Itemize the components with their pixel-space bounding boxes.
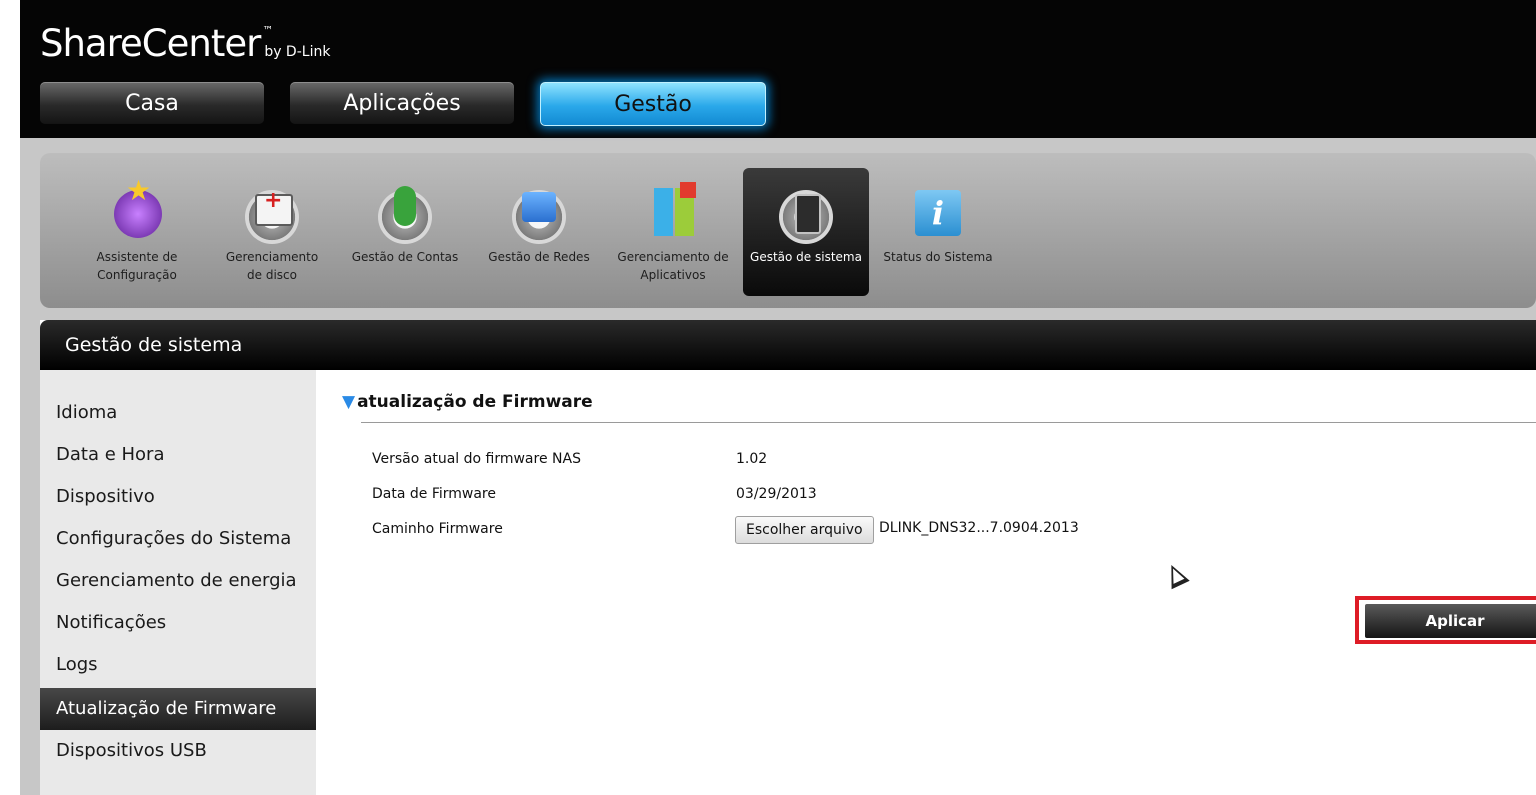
wizard-icon: ★: [106, 177, 168, 244]
applications-icon: [642, 182, 704, 244]
panel-title: Gestão de sistema: [40, 320, 1536, 370]
tool-system-status[interactable]: i Status do Sistema: [874, 168, 1002, 296]
sidebar: Idioma Data e Hora Dispositivo Configura…: [40, 370, 316, 795]
sidebar-item-dispositivos-usb[interactable]: Dispositivos USB: [40, 730, 316, 772]
sidebar-item-idioma[interactable]: Idioma: [40, 392, 316, 434]
disk-management-icon: +: [241, 182, 303, 244]
tool-setup-wizard[interactable]: ★ Assistente de Configuração: [80, 168, 194, 296]
tool-network-management[interactable]: Gestão de Redes: [477, 168, 601, 296]
firmware-version-value: 1.02: [736, 451, 768, 467]
section-header[interactable]: ▼ atualização de Firmware: [342, 392, 593, 412]
tab-casa[interactable]: Casa: [40, 82, 264, 124]
tool-label: Gerenciamento de disco: [225, 250, 319, 282]
info-icon: i: [907, 182, 969, 244]
choose-file-button[interactable]: Escolher arquivo: [735, 516, 874, 544]
tool-application-management[interactable]: Gerenciamento de Aplicativos: [607, 168, 739, 296]
brand-name: ShareCenter: [40, 22, 261, 65]
network-icon: [508, 182, 570, 244]
firmware-version-label: Versão atual do firmware NAS: [372, 451, 581, 467]
sidebar-item-data-hora[interactable]: Data e Hora: [40, 434, 316, 476]
sidebar-item-logs[interactable]: Logs: [40, 644, 316, 686]
collapse-triangle-icon: ▼: [342, 392, 356, 412]
accounts-icon: [374, 182, 436, 244]
tab-aplicacoes[interactable]: Aplicações: [290, 82, 514, 124]
firmware-date-value: 03/29/2013: [736, 486, 817, 502]
tab-gestao[interactable]: Gestão: [540, 82, 766, 126]
sharecenter-logo: ShareCenter ™ by D-Link: [40, 22, 330, 65]
sidebar-item-atualizacao-firmware[interactable]: Atualização de Firmware: [40, 688, 316, 730]
firmware-path-label: Caminho Firmware: [372, 521, 503, 537]
content-panel: Gestão de sistema Idioma Data e Hora Dis…: [40, 320, 1536, 795]
mouse-cursor-icon: [1162, 560, 1190, 590]
brand-by: by D-Link: [264, 44, 331, 60]
firmware-section: ▼ atualização de Firmware Versão atual do…: [316, 370, 1536, 795]
tool-label: Assistente de Configuração: [96, 250, 178, 282]
tool-label: Status do Sistema: [883, 250, 993, 264]
section-divider: [361, 422, 1536, 423]
section-title: atualização de Firmware: [357, 392, 593, 412]
apply-button[interactable]: Aplicar: [1365, 604, 1536, 638]
tool-label: Gestão de sistema: [750, 250, 862, 264]
header: ShareCenter ™ by D-Link Casa Aplicações Ge…: [20, 0, 1536, 138]
tool-system-management[interactable]: Gestão de sistema: [743, 168, 869, 296]
app-window: ShareCenter ™ by D-Link Casa Aplicações Ge…: [20, 0, 1536, 795]
system-management-icon: [775, 182, 837, 244]
sidebar-item-configuracoes-sistema[interactable]: Configurações do Sistema: [40, 518, 316, 560]
sidebar-item-dispositivo[interactable]: Dispositivo: [40, 476, 316, 518]
apply-highlight-box: Aplicar: [1355, 596, 1536, 644]
sidebar-item-notificacoes[interactable]: Notificações: [40, 602, 316, 644]
tool-disk-management[interactable]: + Gerenciamento de disco: [214, 168, 330, 296]
firmware-date-label: Data de Firmware: [372, 486, 496, 502]
sidebar-item-gerenciamento-energia[interactable]: Gerenciamento de energia: [40, 560, 316, 602]
tool-label: Gestão de Redes: [488, 250, 590, 264]
brand-tm: ™: [262, 24, 273, 37]
tool-label: Gerenciamento de Aplicativos: [617, 250, 729, 282]
management-toolbar: ★ Assistente de Configuração + Gerenciam…: [40, 153, 1536, 308]
tool-label: Gestão de Contas: [351, 250, 459, 264]
tool-account-management[interactable]: Gestão de Contas: [340, 168, 470, 296]
selected-file-name: DLINK_DNS32...7.0904.2013: [879, 520, 1079, 536]
